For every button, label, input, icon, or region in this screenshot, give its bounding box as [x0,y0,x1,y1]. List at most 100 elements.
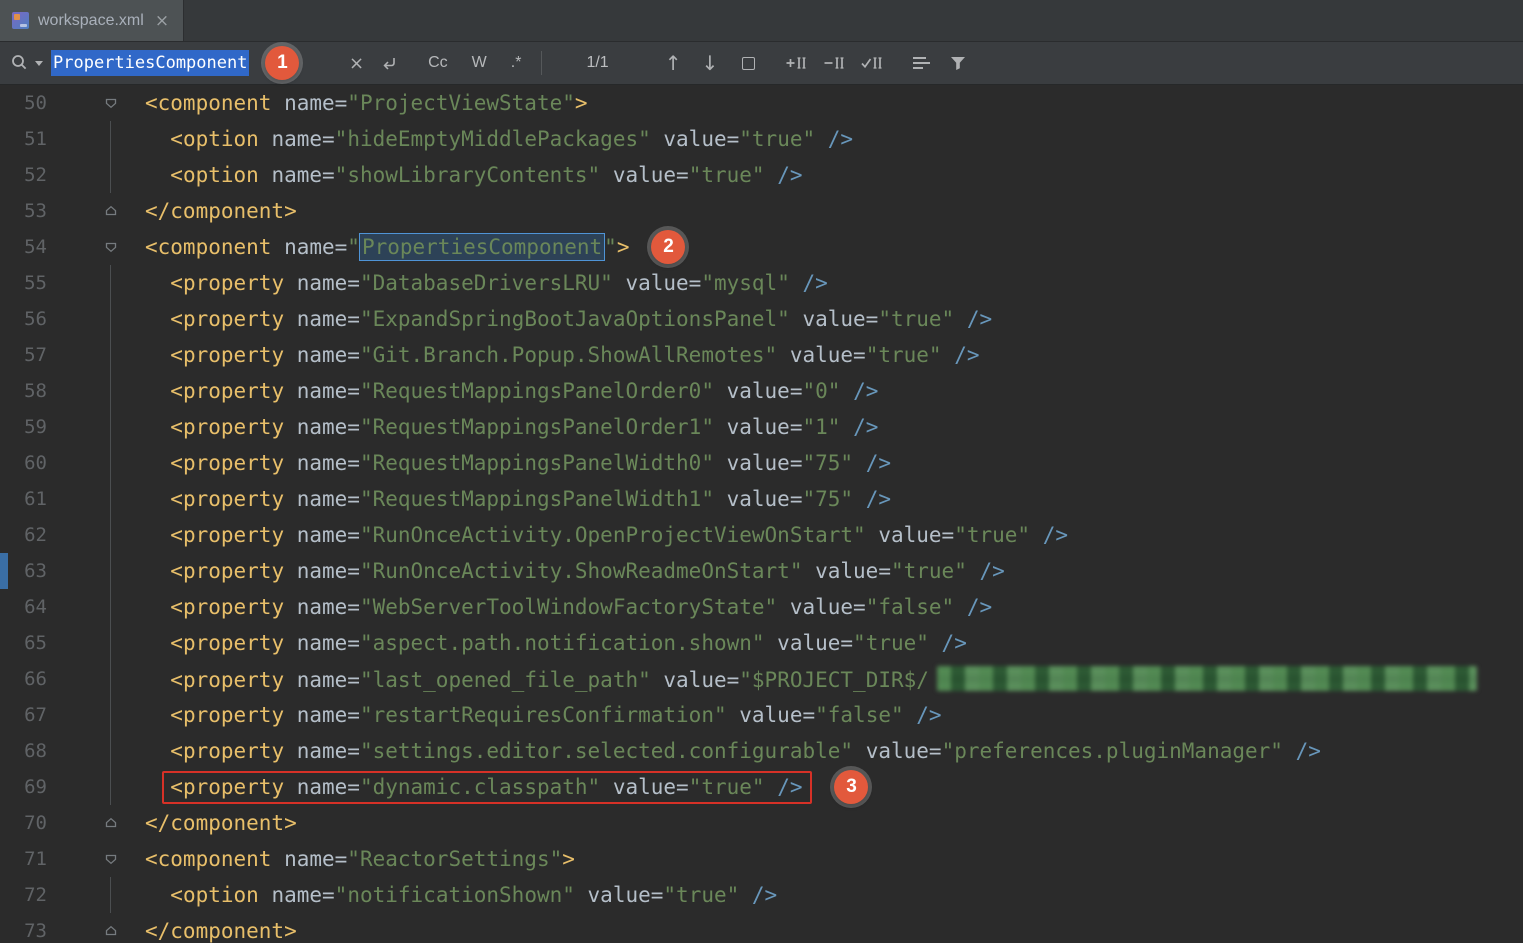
line-number: 62 [0,524,47,546]
line-number: 71 [0,848,47,870]
newline-icon[interactable] [380,55,398,71]
next-match-icon[interactable]: ↓ [701,51,718,75]
code-line[interactable]: 54<component name="PropertiesComponent">… [0,229,1523,265]
code-line[interactable]: 73</component> [0,913,1523,943]
code-line[interactable]: 71<component name="ReactorSettings"> [0,841,1523,877]
whole-words-toggle[interactable]: W [472,54,487,72]
code-line[interactable]: 60 <property name="RequestMappingsPanelW… [0,445,1523,481]
fold-end-icon[interactable] [47,805,145,841]
find-in-selection-icon[interactable] [742,57,755,70]
line-number: 50 [0,92,47,114]
prev-match-icon[interactable]: ↑ [665,51,682,75]
line-number: 52 [0,164,47,186]
code-line[interactable]: 52 <option name="showLibraryContents" va… [0,157,1523,193]
line-number: 57 [0,344,47,366]
code-line[interactable]: 63 <property name="RunOnceActivity.ShowR… [0,553,1523,589]
code-line[interactable]: 58 <property name="RequestMappingsPanelO… [0,373,1523,409]
fold-end-icon[interactable] [47,913,145,943]
fold-column [47,121,145,157]
fold-start-icon[interactable] [47,229,145,265]
line-number: 51 [0,128,47,150]
line-number: 72 [0,884,47,906]
line-number: 54 [0,236,47,258]
fold-column [47,661,145,697]
fold-start-icon[interactable] [47,85,145,121]
match-case-toggle[interactable]: Cc [428,54,448,72]
code-line[interactable]: 66 <property name="last_opened_file_path… [0,661,1523,697]
fold-column [47,589,145,625]
search-results-list-icon[interactable] [913,56,931,70]
line-number: 59 [0,416,47,438]
toolbar-divider [541,51,542,75]
annotation-badge-3: 3 [834,770,868,804]
fold-column [47,625,145,661]
xml-file-icon [12,12,29,29]
line-number: 53 [0,200,47,222]
fold-column [47,373,145,409]
line-number: 73 [0,920,47,942]
fold-column [47,697,145,733]
line-number: 61 [0,488,47,510]
clear-search-icon[interactable]: × [349,53,364,74]
line-number: 65 [0,632,47,654]
line-number: 68 [0,740,47,762]
line-number: 66 [0,668,47,690]
line-number: 56 [0,308,47,330]
fold-start-icon[interactable] [47,841,145,877]
fold-column [47,733,145,769]
match-count: 1/1 [586,54,608,72]
code-line[interactable]: 67 <property name="restartRequiresConfir… [0,697,1523,733]
search-history-caret-icon [35,61,43,66]
line-number: 70 [0,812,47,834]
tab-workspace-xml[interactable]: workspace.xml × [0,0,184,41]
code-line[interactable]: 51 <option name="hideEmptyMiddlePackages… [0,121,1523,157]
fold-column [47,877,145,913]
code-line[interactable]: 70</component> [0,805,1523,841]
editor-tab-bar: workspace.xml × [0,0,1523,42]
line-number: 58 [0,380,47,402]
ide-window: workspace.xml × PropertiesComponent 1 × … [0,0,1523,943]
search-input[interactable]: PropertiesComponent 1 [51,47,339,79]
code-line[interactable]: 55 <property name="DatabaseDriversLRU" v… [0,265,1523,301]
code-editor[interactable]: 50<component name="ProjectViewState">51 … [0,85,1523,943]
tab-close-icon[interactable]: × [155,11,169,31]
code-line[interactable]: 50<component name="ProjectViewState"> [0,85,1523,121]
code-line[interactable]: 65 <property name="aspect.path.notificat… [0,625,1523,661]
code-line[interactable]: 72 <option name="notificationShown" valu… [0,877,1523,913]
regex-toggle[interactable]: .* [511,54,522,72]
annotation-badge-2: 2 [651,230,685,264]
redacted-path [937,666,1477,691]
annotation-badge-1: 1 [265,46,299,80]
annotation-highlight-box: <property name="dynamic.classpath" value… [162,771,812,804]
line-number: 60 [0,452,47,474]
fold-column [47,157,145,193]
code-line[interactable]: 53</component> [0,193,1523,229]
remove-occurrence-icon[interactable] [821,54,845,72]
line-number: 55 [0,272,47,294]
fold-column [47,301,145,337]
search-icon[interactable] [10,53,43,73]
tab-title: workspace.xml [38,12,144,30]
code-line[interactable]: 61 <property name="RequestMappingsPanelW… [0,481,1523,517]
fold-column [47,553,145,589]
code-line[interactable]: 57 <property name="Git.Branch.Popup.Show… [0,337,1523,373]
fold-column [47,769,145,805]
line-number: 64 [0,596,47,618]
gutter-highlight-marker [0,553,8,589]
filter-icon[interactable] [949,55,967,71]
line-number: 69 [0,776,47,798]
code-lines: 50<component name="ProjectViewState">51 … [0,85,1523,943]
add-occurrence-icon[interactable] [783,54,807,72]
fold-column [47,517,145,553]
select-all-occurrences-icon[interactable] [859,54,883,72]
code-line[interactable]: 64 <property name="WebServerToolWindowFa… [0,589,1523,625]
code-line[interactable]: 68 <property name="settings.editor.selec… [0,733,1523,769]
code-line[interactable]: 56 <property name="ExpandSpringBootJavaO… [0,301,1523,337]
find-toolbar: PropertiesComponent 1 × Cc W .* 1/1 ↑ ↓ [0,42,1523,85]
fold-end-icon[interactable] [47,193,145,229]
code-line[interactable]: 59 <property name="RequestMappingsPanelO… [0,409,1523,445]
code-line[interactable]: 69 <property name="dynamic.classpath" va… [0,769,1523,805]
code-line[interactable]: 62 <property name="RunOnceActivity.OpenP… [0,517,1523,553]
fold-column [47,337,145,373]
line-number: 67 [0,704,47,726]
